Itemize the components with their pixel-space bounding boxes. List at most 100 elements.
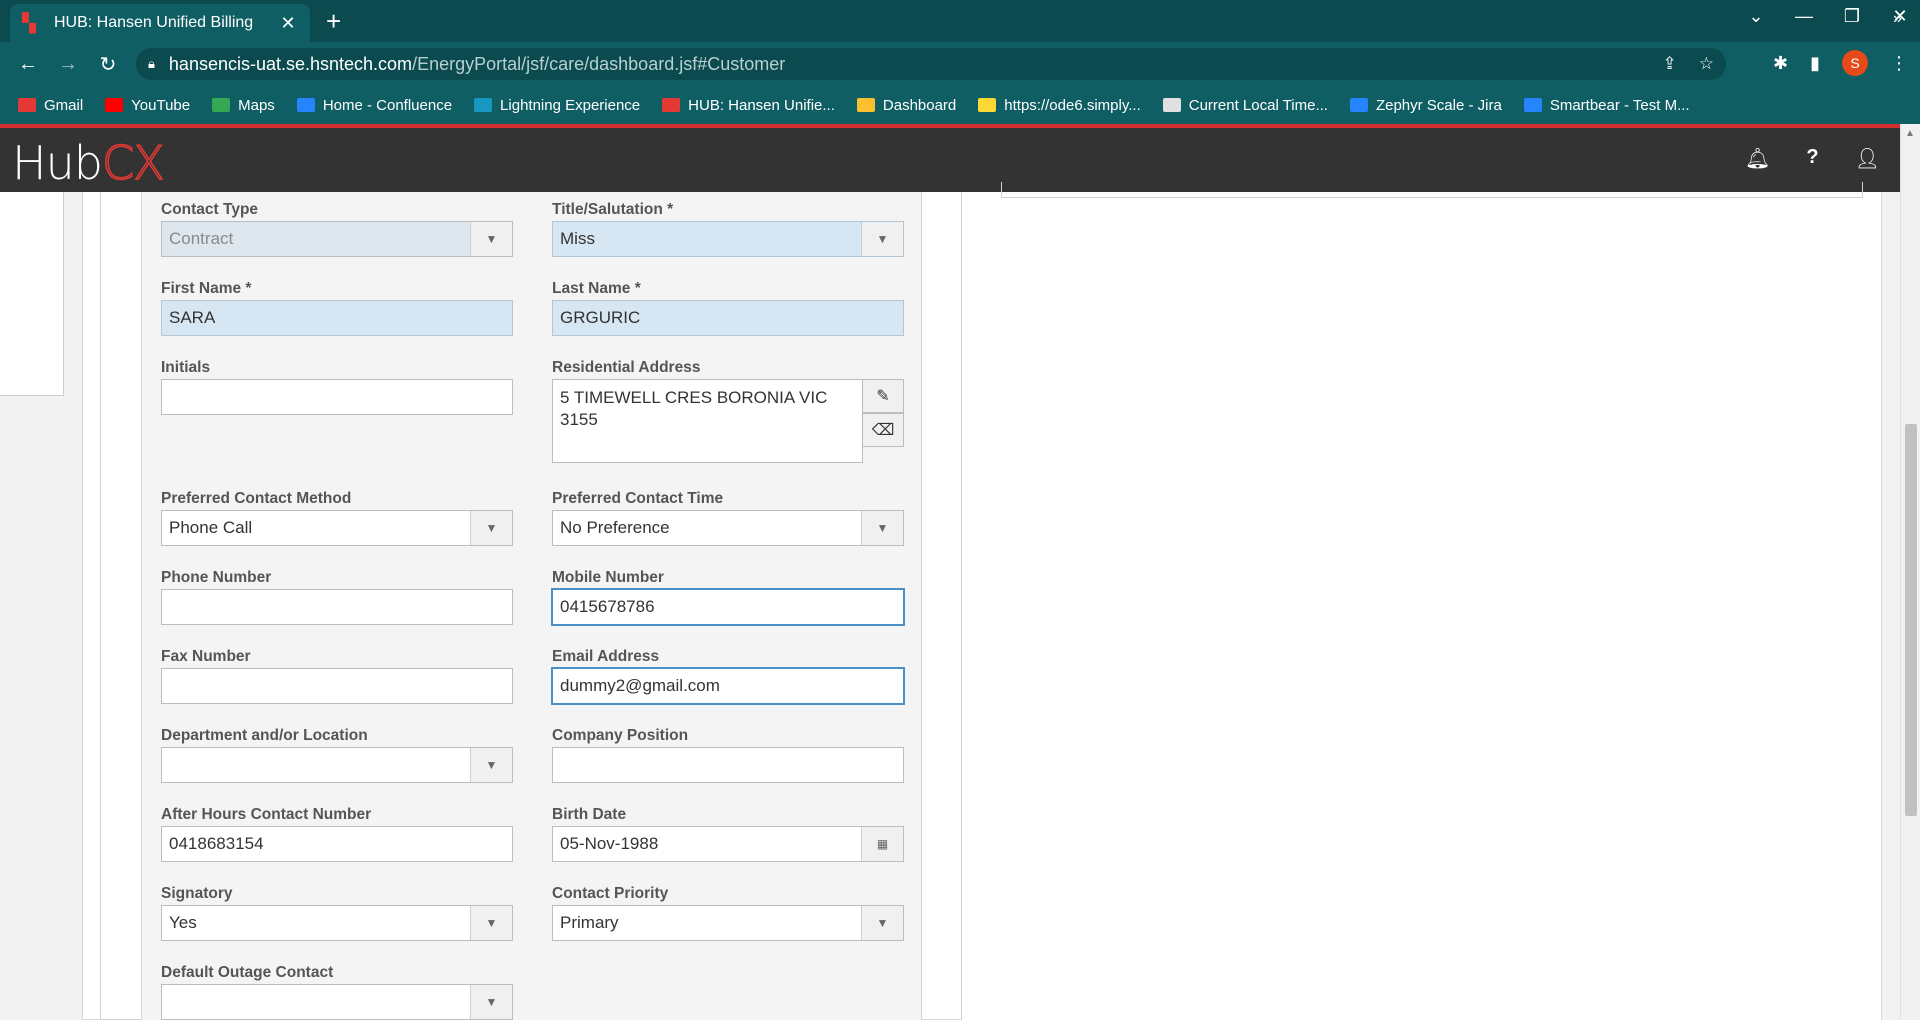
residential-address-label: Residential Address [552, 359, 701, 376]
share-icon[interactable]: ⇪ [1663, 54, 1677, 74]
default-outage-select[interactable]: ▼ [161, 984, 513, 1020]
after-hours-field[interactable]: 0418683154 [161, 826, 513, 862]
department-select[interactable]: ▼ [161, 747, 513, 783]
contact-type-label: Contact Type [161, 201, 259, 218]
company-position-label: Company Position [552, 727, 689, 744]
title-dropdown-icon[interactable]: ▼ [861, 222, 903, 256]
hubcx-logo[interactable]: HubCX [12, 135, 165, 191]
signatory-dropdown-icon[interactable]: ▼ [470, 906, 512, 940]
bookmark-label: Maps [238, 96, 275, 114]
bookmark-item[interactable]: Gmail [18, 97, 83, 114]
bookmark-item[interactable]: Current Local Time... [1162, 97, 1328, 114]
edit-address-pencil-icon[interactable]: ✎ [862, 379, 904, 413]
bookmark-item[interactable]: Zephyr Scale - Jira [1349, 97, 1502, 114]
contact-priority-dropdown-icon[interactable]: ▼ [861, 906, 903, 940]
lock-icon[interactable]: 🔒︎ [148, 56, 155, 72]
preferred-contact-method-value: Phone Call [169, 518, 253, 537]
title-salutation-value: Miss [560, 229, 595, 248]
scroll-up-icon[interactable]: ▲ [1905, 128, 1915, 139]
bookmark-item[interactable]: Maps [212, 97, 275, 114]
birth-date-field[interactable]: 05-Nov-1988 ▦ [552, 826, 904, 862]
address-bar[interactable]: 🔒︎ hansencis-uat.se.hsntech.com/EnergyPo… [136, 48, 1726, 80]
bookmark-favicon-icon [105, 98, 124, 112]
left-side-panel [0, 192, 64, 396]
browser-toolbar: ← → ↻ 🔒︎ hansencis-uat.se.hsntech.com/En… [0, 42, 1920, 86]
preferred-contact-time-label: Preferred Contact Time [552, 490, 724, 507]
birth-date-value: 05-Nov-1988 [560, 834, 659, 853]
bookmark-item[interactable]: HUB: Hansen Unifie... [662, 97, 835, 114]
scrollbar-thumb[interactable] [1905, 424, 1917, 816]
tab-close-icon[interactable]: ✕ [278, 13, 298, 34]
bookmark-item[interactable]: https://ode6.simply... [978, 97, 1141, 114]
initials-field[interactable] [161, 379, 513, 415]
side-panel-icon[interactable]: ▮ [1810, 53, 1820, 74]
contact-type-value: Contract [169, 229, 234, 248]
back-icon[interactable]: ← [8, 53, 48, 76]
notifications-bell-icon[interactable]: 🔔︎ [1745, 146, 1770, 171]
email-address-field[interactable]: dummy2@gmail.com [552, 668, 904, 704]
help-icon[interactable]: ? [1806, 146, 1818, 171]
preferred-contact-time-select[interactable]: No Preference ▼ [552, 510, 904, 546]
department-dropdown-icon[interactable]: ▼ [470, 748, 512, 782]
preferred-contact-method-label: Preferred Contact Method [161, 490, 352, 507]
phone-number-label: Phone Number [161, 569, 272, 586]
bookmark-favicon-icon [212, 98, 231, 112]
bookmark-favicon-icon [1523, 98, 1542, 112]
restore-icon[interactable]: ❐ [1832, 6, 1872, 27]
bookmark-favicon-icon [1349, 98, 1368, 112]
reload-icon[interactable]: ↻ [88, 52, 128, 77]
preferred-contact-method-select[interactable]: Phone Call ▼ [161, 510, 513, 546]
bookmarks-overflow-icon[interactable]: » [1893, 10, 1902, 28]
tab-search-chevron-icon[interactable]: ⌄ [1736, 6, 1776, 27]
phone-number-field[interactable] [161, 589, 513, 625]
url-path: /EnergyPortal/jsf/care/dashboard.jsf#Cus… [412, 53, 786, 74]
minimize-icon[interactable]: — [1784, 6, 1824, 27]
bookmark-label: HUB: Hansen Unifie... [688, 96, 835, 114]
mobile-number-field[interactable]: 0415678786 [552, 589, 904, 625]
contact-priority-select[interactable]: Primary ▼ [552, 905, 904, 941]
company-position-field[interactable] [552, 747, 904, 783]
bookmark-favicon-icon [474, 98, 493, 112]
default-outage-dropdown-icon[interactable]: ▼ [470, 985, 512, 1019]
first-name-field[interactable]: SARA [161, 300, 513, 336]
contact-time-dropdown-icon[interactable]: ▼ [861, 511, 903, 545]
contact-type-select: Contract ▼ [161, 221, 513, 257]
calendar-icon[interactable]: ▦ [861, 827, 903, 861]
extension-area: ✱ ▮ S ⋮ [1773, 50, 1908, 76]
clear-address-eraser-icon[interactable]: ⌫ [862, 413, 904, 447]
title-salutation-select[interactable]: Miss ▼ [552, 221, 904, 257]
default-outage-label: Default Outage Contact [161, 964, 334, 981]
bookmark-favicon-icon [856, 98, 875, 112]
signatory-label: Signatory [161, 885, 233, 902]
user-profile-icon[interactable]: 👤︎ [1855, 146, 1880, 171]
browser-menu-icon[interactable]: ⋮ [1890, 53, 1908, 74]
forward-icon[interactable]: → [48, 53, 88, 76]
bookmark-item[interactable]: Lightning Experience [474, 97, 640, 114]
department-label: Department and/or Location [161, 727, 368, 744]
birth-date-label: Birth Date [552, 806, 627, 823]
bookmark-star-icon[interactable]: ☆ [1699, 54, 1714, 74]
last-name-field[interactable]: GRGURIC [552, 300, 904, 336]
first-name-label: First Name * [161, 280, 252, 297]
profile-avatar[interactable]: S [1842, 50, 1868, 76]
signatory-select[interactable]: Yes ▼ [161, 905, 513, 941]
new-tab-icon[interactable]: + [326, 8, 341, 34]
mobile-number-label: Mobile Number [552, 569, 664, 586]
extensions-puzzle-icon[interactable]: ✱ [1773, 53, 1788, 74]
page-scrollbar[interactable]: ▲ [1900, 124, 1920, 1020]
email-address-label: Email Address [552, 648, 660, 665]
title-salutation-label: Title/Salutation * [552, 201, 674, 218]
bookmark-item[interactable]: Dashboard [856, 97, 956, 114]
bookmark-item[interactable]: Smartbear - Test M... [1523, 97, 1690, 114]
bookmark-item[interactable]: Home - Confluence [296, 97, 452, 114]
bookmark-favicon-icon [662, 98, 681, 112]
bookmark-favicon-icon [296, 98, 315, 112]
residential-address-field[interactable]: 5 TIMEWELL CRES BORONIA VIC 3155 [552, 379, 863, 463]
bookmark-item[interactable]: YouTube [105, 97, 190, 114]
bookmark-favicon-icon [978, 98, 997, 112]
fax-number-field[interactable] [161, 668, 513, 704]
browser-tab[interactable]: ▚ HUB: Hansen Unified Billing ✕ [10, 4, 310, 42]
bookmark-label: Gmail [44, 96, 84, 114]
hub-favicon-icon: ▚ [22, 13, 36, 33]
contact-method-dropdown-icon[interactable]: ▼ [470, 511, 512, 545]
